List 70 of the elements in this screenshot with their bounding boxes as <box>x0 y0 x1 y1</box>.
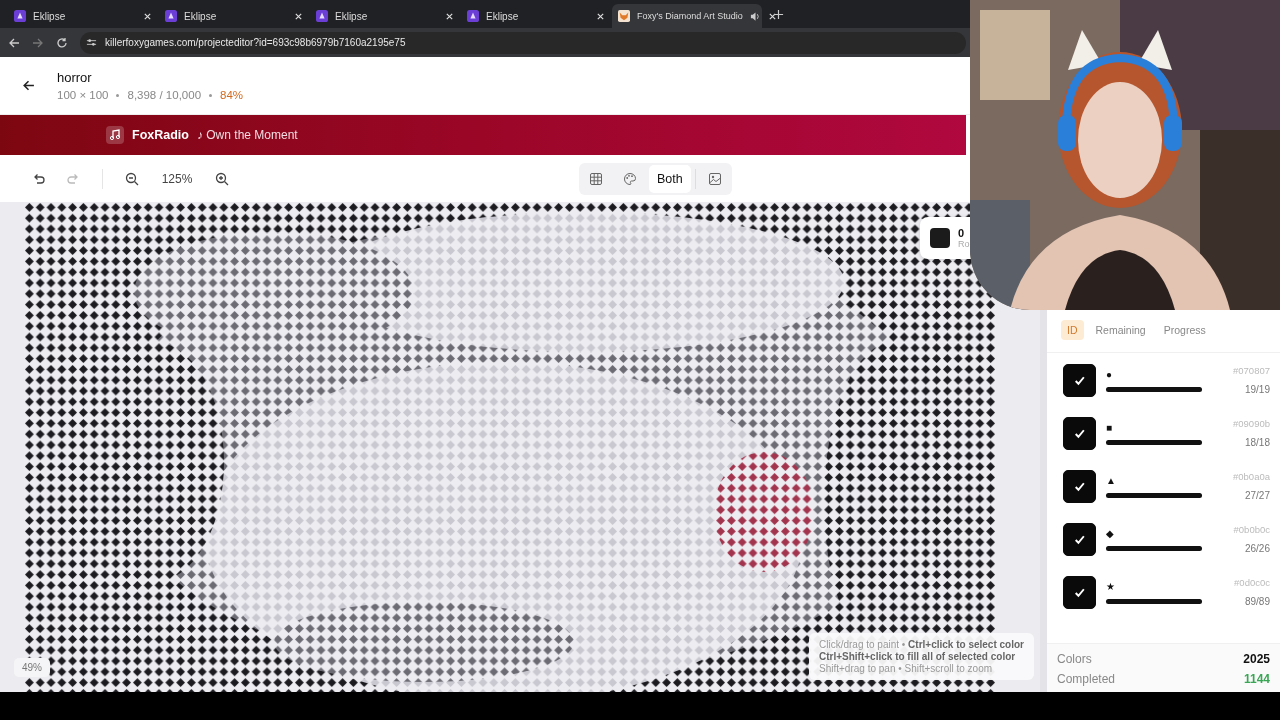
checkbox[interactable] <box>1063 522 1096 556</box>
symbol: ■ <box>1106 421 1114 434</box>
image-icon <box>707 171 722 186</box>
stitch-count: 26/26 <box>1244 543 1270 554</box>
hint-text: Ctrl+Shift+click to fill all of selected color <box>819 651 1017 662</box>
address-bar[interactable]: killerfoxygames.com/projecteditor?id=693c98b6979b7160a2195e75 <box>80 31 966 54</box>
app-logo-icon <box>165 10 177 22</box>
app-logo-icon <box>316 10 328 22</box>
color-id: 0 <box>958 227 966 239</box>
grid-size: 100 × 100 <box>57 89 109 101</box>
sort-tab[interactable]: Progress <box>1157 320 1212 340</box>
browser-tab[interactable]: Eklipse <box>159 4 309 28</box>
color-hex: #09090b <box>1233 418 1270 429</box>
close-icon[interactable] <box>294 11 303 21</box>
browser-tab[interactable]: Eklipse <box>461 4 611 28</box>
close-icon[interactable] <box>143 11 152 21</box>
stitch-count: 89/89 <box>1244 596 1270 607</box>
close-icon[interactable] <box>767 11 777 21</box>
music-icon[interactable] <box>106 126 124 144</box>
undo-icon[interactable] <box>32 171 46 186</box>
stat-label: Colors <box>1057 652 1092 666</box>
forward-icon[interactable] <box>32 36 44 49</box>
back-icon[interactable] <box>8 36 20 49</box>
checkbox[interactable] <box>1063 575 1096 609</box>
reload-icon[interactable] <box>56 36 68 49</box>
project-title: horror <box>57 70 93 85</box>
back-arrow-icon[interactable] <box>22 79 35 92</box>
stitch-count: 19/19 <box>1244 384 1270 395</box>
browser-tab[interactable]: Eklipse <box>310 4 460 28</box>
palette-icon <box>623 171 637 186</box>
symbol: ● <box>1106 368 1114 381</box>
color-hex: #0d0c0c <box>1234 577 1270 588</box>
fox-icon <box>618 10 630 22</box>
new-tab-icon[interactable] <box>773 8 784 20</box>
browser-tab[interactable]: Eklipse <box>8 4 158 28</box>
color-swatch <box>930 228 950 248</box>
stat-value: 1144 <box>1243 672 1270 686</box>
symbol: ◆ <box>1106 527 1115 540</box>
app-logo-icon <box>14 10 26 22</box>
color-hex: #070807 <box>1233 365 1270 376</box>
color-label: Ro <box>958 239 970 249</box>
checkbox[interactable] <box>1063 416 1096 450</box>
zoom-in-icon[interactable] <box>215 171 229 186</box>
completion-percent: 84% <box>220 89 244 101</box>
placed-count: 8,398 / 10,000 <box>127 89 202 101</box>
speaker-icon[interactable] <box>749 10 761 22</box>
checkbox[interactable] <box>1063 363 1096 397</box>
stitch-count: 18/18 <box>1244 437 1270 448</box>
app-logo-icon <box>467 10 479 22</box>
stitch-count: 27/27 <box>1244 490 1270 501</box>
zoom-level: 125% <box>160 171 194 186</box>
color-hex: #0b0b0c <box>1233 524 1270 535</box>
close-icon[interactable] <box>445 11 454 21</box>
track-title: ♪ Own the Moment <box>196 128 298 142</box>
grid-icon <box>589 171 603 186</box>
symbol: ▲ <box>1106 474 1117 487</box>
color-hex: #0b0a0a <box>1233 471 1270 482</box>
hint-text: Click/drag to paint • Ctrl+click to select color <box>819 639 1024 650</box>
zoom-out-icon[interactable] <box>125 171 139 186</box>
stat-label: Completed <box>1057 672 1116 686</box>
station-name: FoxRadio <box>132 128 189 142</box>
symbol: ★ <box>1106 580 1116 593</box>
hint-text: Shift+drag to pan • Shift+scroll to zoom <box>819 663 994 674</box>
progress-percent: 49% <box>14 658 50 677</box>
close-icon[interactable] <box>596 11 605 21</box>
sort-tab[interactable]: Remaining <box>1089 320 1152 340</box>
view-mode-button[interactable]: Both <box>649 164 691 193</box>
checkbox[interactable] <box>1063 469 1096 503</box>
site-settings-icon[interactable] <box>86 37 97 48</box>
stat-value: 2025 <box>1243 652 1270 666</box>
